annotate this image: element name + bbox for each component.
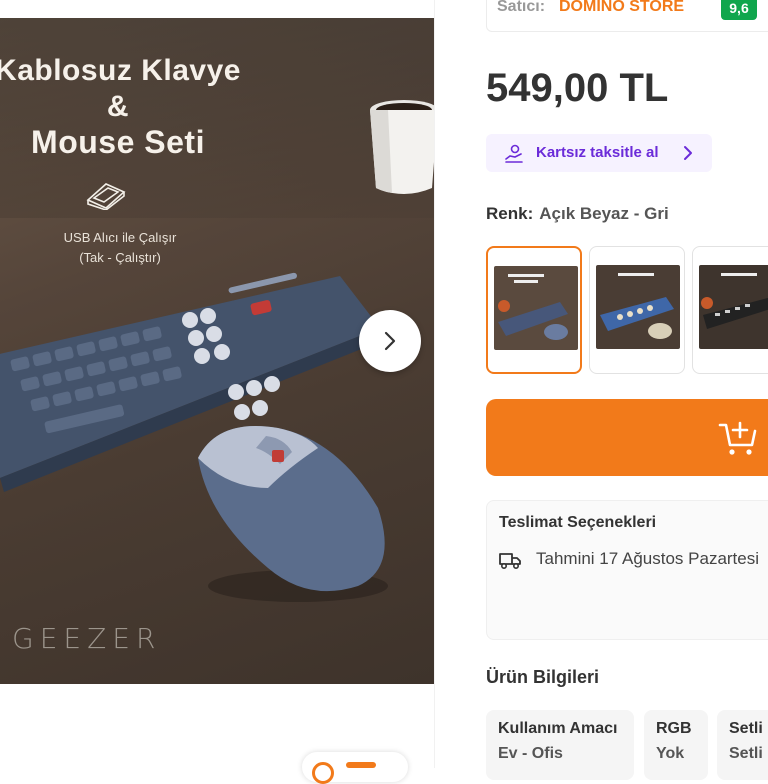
floating-action-pill[interactable] [302,752,408,784]
usb-receiver-icon [86,183,126,210]
delivery-title: Teslimat Seçenekleri [499,514,657,531]
usb-caption-line2: (Tak - Çalıştır) [79,250,161,265]
attribute-key: RGB [656,720,692,737]
coffee-cup-illustration [370,100,434,194]
chevron-right-icon [384,331,396,351]
attribute-card: Kullanım Amacı Ev - Ofis [486,710,634,780]
attribute-card: RGB Yok [644,710,708,780]
variant-option-1[interactable] [486,246,582,374]
color-selection-row: Renk: Açık Beyaz - Gri [486,204,669,224]
hero-title-line3: Mouse Seti [31,124,205,160]
attribute-card: Setli Ürün Setli [717,710,768,780]
delivery-estimate: Tahmini 17 Ağustos Pazartesi [536,549,760,568]
truck-icon [499,553,521,570]
seller-label: Satıcı: [497,0,546,15]
installment-label: Kartsız taksitle al [536,144,659,161]
product-info-title: Ürün Bilgileri [486,667,600,687]
add-to-cart-button[interactable] [486,399,768,476]
attribute-value: Ev - Ofis [498,745,563,762]
attribute-value: Setli [729,745,763,762]
pill-text-fragment [346,762,376,768]
seller-score-badge: 9,6 [721,0,757,20]
variant-option-2[interactable] [589,246,685,374]
variant-thumbnail-image [494,266,578,350]
seller-name-link[interactable]: DOMINO STORE [559,0,684,16]
column-divider [434,0,435,768]
next-image-button[interactable] [359,310,421,372]
variant-thumbnail-image [699,265,768,349]
product-price: 549,00 TL [486,66,669,110]
attribute-value: Yok [656,745,685,762]
usb-caption-line1: USB Alıcı ile Çalışır [63,230,177,245]
mouse-illustration [198,426,388,602]
brand-logo: GEEZER [12,622,162,655]
chevron-right-icon [684,146,692,160]
color-value: Açık Beyaz - Gri [539,204,669,223]
attribute-key: Kullanım Amacı [498,720,618,737]
hero-title-line2: & [106,90,130,123]
variant-option-3[interactable] [692,246,768,374]
hero-title-line1: Kablosuz Klavye [0,54,241,87]
variant-thumbnail-image [596,265,680,349]
color-label: Renk: [486,204,534,223]
attribute-key: Setli Ürün [729,720,768,737]
installment-hand-icon [505,144,523,163]
ring-icon [312,762,334,784]
add-to-cart-icon [718,421,757,455]
installment-button[interactable]: Kartsız taksitle al [486,134,712,172]
